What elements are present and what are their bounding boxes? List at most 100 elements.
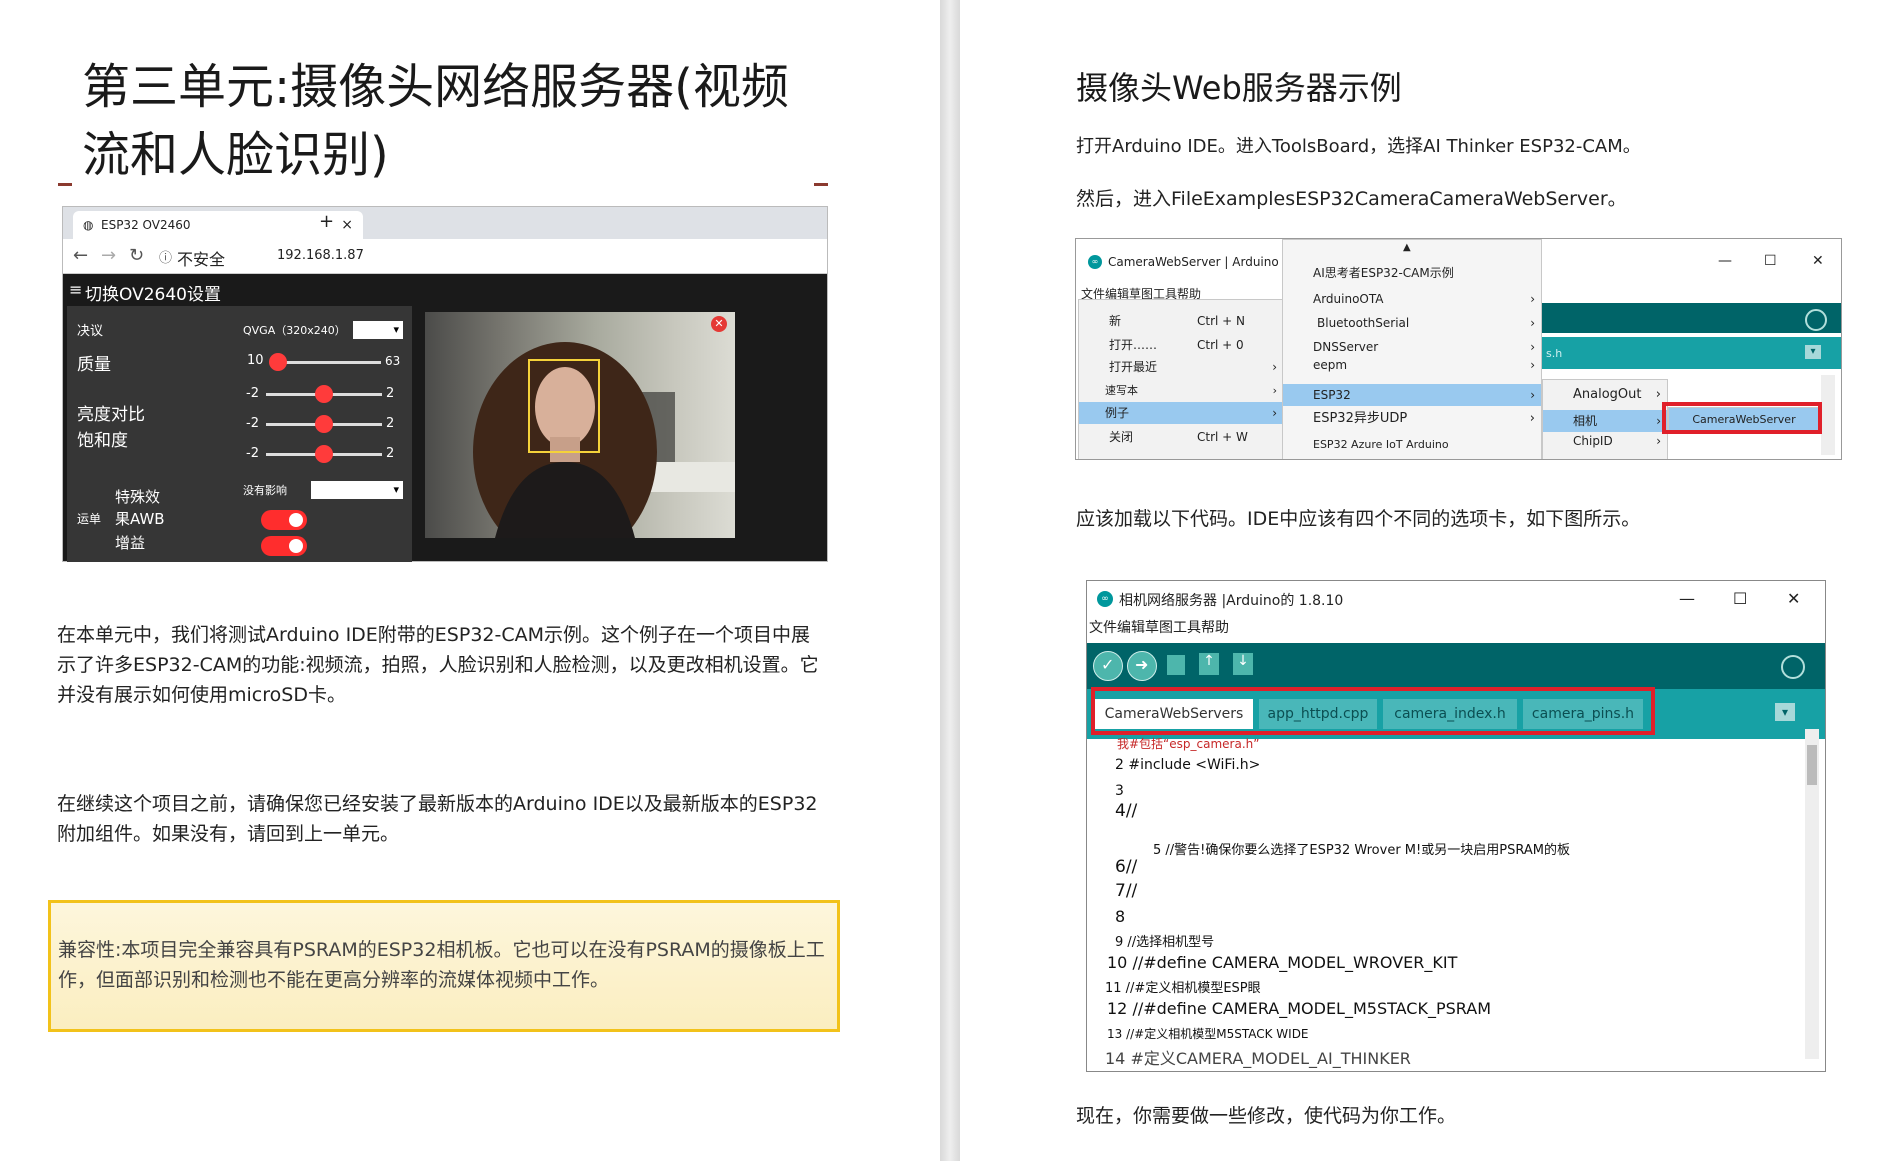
code-line: 10 //#define CAMERA_MODEL_WROVER_KIT [1107,953,1458,972]
camera-stream-view: ✕ [425,312,735,538]
camera-web-ui: ≡ 切换OV2640设置 决议 QVGA（320x240） ▾ 质量 10 63… [63,274,827,562]
file-menu-item-sketchbook[interactable]: 速写本 › [1079,380,1283,402]
awb-toggle[interactable] [261,510,307,530]
step4-text: 现在，你需要做一些修改，使代码为你工作。 [1076,1105,1457,1127]
tab-menu-icon[interactable]: ▾ [1805,345,1821,359]
minimize-icon[interactable]: — [1679,589,1695,608]
resolution-select[interactable]: ▾ [353,321,403,339]
title-marker-right [814,183,828,186]
quality-slider[interactable] [273,361,381,364]
submenu-item-camera[interactable]: 相机 › [1543,410,1667,432]
submenu-arrow-icon: › [1530,358,1535,372]
maximize-icon[interactable]: ☐ [1764,253,1777,269]
save-icon[interactable]: ↓ [1233,653,1253,675]
submenu-item[interactable]: ChipID › [1543,430,1667,452]
tab-menu-icon[interactable]: ▾ [1775,703,1795,721]
examples-item[interactable]: ESP32 Azure IoT Arduino [1283,434,1541,456]
menu-shortcut: Ctrl + W [1197,430,1248,444]
reload-icon[interactable]: ↻ [129,245,144,266]
examples-item[interactable]: AI思考者ESP32-CAM示例 [1283,262,1541,284]
saturation-label: 饱和度 [77,431,128,451]
ide2-menubar[interactable]: 文件编辑草图工具帮助 [1089,617,1229,637]
gain-toggle[interactable] [261,536,307,556]
examples-item[interactable]: eepm › [1283,354,1541,376]
open-icon[interactable]: ↑ [1199,653,1219,675]
code-editor[interactable]: 我#包括“esp_camera.h” 2 #include <WiFi.h> 3… [1101,731,1791,1071]
code-line: 14 #定义CAMERA_MODEL_AI_THINKER [1105,1049,1411,1068]
brightness-slider-knob[interactable] [315,385,333,403]
code-line: 8 [1115,907,1126,926]
quality-max: 63 [385,354,401,368]
submenu-arrow-icon: › [1272,360,1277,374]
forward-arrow-icon[interactable]: → [101,245,116,266]
intro-paragraph: 在本单元中，我们将测试Arduino IDE附带的ESP32-CAM示例。这个例… [57,624,819,706]
new-file-icon[interactable] [1167,655,1185,675]
menu-item-label: BluetoothSerial [1317,316,1410,330]
unit-title-line2: 流和人脸识别) [82,127,389,183]
menu-item-label: ESP32 Azure IoT Arduino [1313,438,1449,451]
examples-item[interactable]: ESP32异步UDP › [1283,408,1541,430]
contrast-slider-knob[interactable] [315,415,333,433]
menu-item-label: ArduinoOTA [1313,292,1384,306]
code-line: 3 [1115,783,1124,799]
close-stream-icon[interactable]: ✕ [711,316,727,332]
security-label: 不安全 [177,250,226,269]
ide-menu-screenshot: ∞ CameraWebServer | Arduino 1 . 文件编辑草图工具… [1075,238,1842,460]
file-menu-item-recent[interactable]: 打开最近 › [1079,356,1283,378]
new-tab-icon[interactable]: + [319,211,334,232]
contrast-max: 2 [386,416,395,431]
code-line: 2 #include <WiFi.h> [1115,757,1261,773]
submenu-arrow-icon: › [1529,411,1535,426]
verify-button[interactable]: ✓ [1093,651,1123,681]
url-field[interactable]: 192.168.1.87 [277,248,364,263]
serial-monitor-icon[interactable] [1805,309,1827,331]
tab-close-icon[interactable]: × [341,211,353,239]
submenu-item[interactable]: AnalogOut › [1543,384,1667,406]
ide2-toolbar: ✓ ➜ ↑ ↓ [1087,643,1825,689]
submenu-arrow-icon: › [1656,414,1661,428]
file-menu-item-new[interactable]: 新 Ctrl + N [1079,310,1283,332]
saturation-min: -2 [246,446,259,461]
step1-text: 打开Arduino IDE。进入ToolsBoard，选择AI Thinker … [1076,136,1641,157]
saturation-slider-knob[interactable] [315,445,333,463]
menu-item-label: 打开…… [1109,338,1158,352]
menu-toggle-icon[interactable]: ≡ [69,280,82,299]
ide1-scrollbar[interactable] [1821,375,1835,455]
code-line: 7// [1115,881,1138,901]
highlight-tabs-box [1091,687,1655,735]
highlight-box [1662,402,1822,434]
menu-item-label: ESP32异步UDP [1313,411,1408,426]
examples-item-esp32[interactable]: ESP32 › [1283,384,1541,406]
resolution-label: 决议 [77,324,104,339]
ide1-tab-stub[interactable]: s.h [1546,347,1562,360]
examples-item[interactable]: ArduinoOTA › [1283,288,1541,310]
effect-select[interactable]: ▾ [311,481,403,499]
close-window-icon[interactable]: ✕ [1812,253,1824,269]
menu-item-label: AnalogOut [1573,387,1642,402]
ide2-scrollbar[interactable] [1805,729,1819,1059]
scroll-up-icon[interactable]: ▲ [1403,242,1411,253]
back-arrow-icon[interactable]: ← [73,245,88,266]
file-menu-item-examples[interactable]: 例子 › [1079,402,1283,424]
examples-menu: ▲ AI思考者ESP32-CAM示例 ArduinoOTA › Bluetooth… [1282,239,1542,459]
maximize-icon[interactable]: ☐ [1733,589,1747,608]
camera-stream-image [473,342,735,538]
compatibility-note-text: 兼容性:本项目完全兼容具有PSRAM的ESP32相机板。它也可以在没有PSRAM… [58,939,825,991]
ide-code-screenshot: ∞ 相机网络服务器 |Arduino的 1.8.10 文件编辑草图工具帮助 — … [1086,580,1826,1072]
menu-shortcut: Ctrl + N [1197,314,1246,328]
minimize-icon[interactable]: — [1718,253,1732,269]
examples-item[interactable]: BluetoothSerial › [1283,312,1541,334]
serial-monitor-icon[interactable] [1781,655,1805,679]
side-note-label: 运单 [77,512,102,526]
file-menu-item-open[interactable]: 打开…… Ctrl + 0 [1079,334,1283,356]
gain-label: 增益 [115,534,146,552]
scrollbar-thumb[interactable] [1807,745,1817,785]
close-window-icon[interactable]: ✕ [1787,589,1800,608]
menu-shortcut: Ctrl + 0 [1197,338,1244,352]
upload-button[interactable]: ➜ [1127,651,1157,681]
menu-item-label: AI思考者ESP32-CAM示例 [1313,266,1454,280]
info-icon[interactable]: ⓘ [159,247,172,266]
file-menu-item-close[interactable]: 关闭 Ctrl + W [1079,426,1283,448]
brightness-max: 2 [386,386,395,401]
brightness-min: -2 [246,386,259,401]
